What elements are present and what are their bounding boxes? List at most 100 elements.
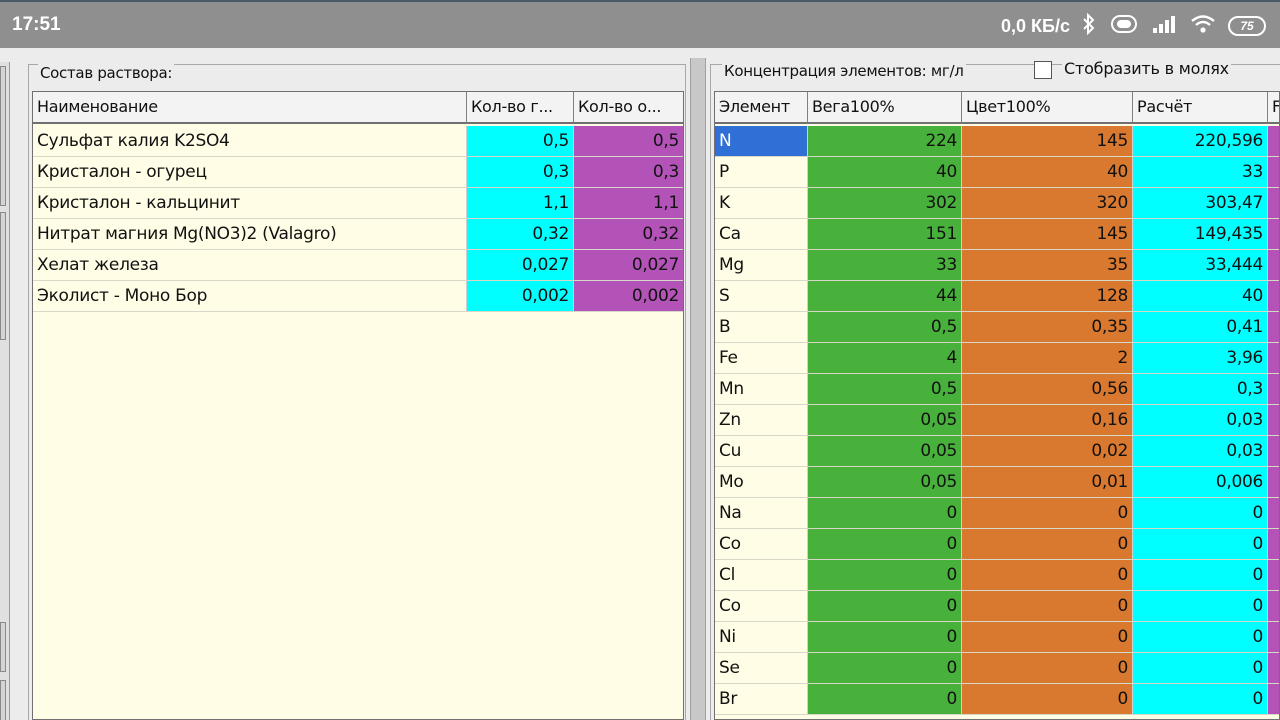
element-name-cell[interactable]: Co — [715, 591, 808, 622]
cvet-value-cell[interactable]: 35 — [962, 250, 1133, 281]
extra-value-cell[interactable] — [1268, 157, 1279, 188]
element-name-cell[interactable]: K — [715, 188, 808, 219]
vega-value-cell[interactable]: 0 — [808, 498, 962, 529]
extra-value-cell[interactable] — [1268, 560, 1279, 591]
vega-value-cell[interactable]: 44 — [808, 281, 962, 312]
cvet-value-cell[interactable]: 0,01 — [962, 467, 1133, 498]
toolbar-segment[interactable] — [0, 680, 6, 720]
vega-value-cell[interactable]: 0,05 — [808, 467, 962, 498]
cvet-value-cell[interactable]: 40 — [962, 157, 1133, 188]
vega-value-cell[interactable]: 40 — [808, 157, 962, 188]
vega-value-cell[interactable]: 224 — [808, 126, 962, 157]
calc-value-cell[interactable]: 220,596 — [1133, 126, 1268, 157]
vega-value-cell[interactable]: 0,5 — [808, 374, 962, 405]
calc-value-cell[interactable]: 3,96 — [1133, 343, 1268, 374]
extra-value-cell[interactable] — [1268, 529, 1279, 560]
composition-qty-o-cell[interactable]: 0,3 — [574, 157, 683, 188]
vega-value-cell[interactable]: 0 — [808, 529, 962, 560]
extra-value-cell[interactable] — [1268, 684, 1279, 715]
composition-qty-g-cell[interactable]: 1,1 — [467, 188, 574, 219]
element-name-cell[interactable]: Co — [715, 529, 808, 560]
extra-value-cell[interactable] — [1268, 188, 1279, 219]
col-header-qty-g[interactable]: Кол-во г... — [467, 92, 574, 124]
composition-grid[interactable]: Наименование Кол-во г... Кол-во о... Сульфа… — [32, 91, 684, 720]
extra-value-cell[interactable] — [1268, 591, 1279, 622]
calc-value-cell[interactable]: 33,444 — [1133, 250, 1268, 281]
toolbar-segment[interactable] — [0, 622, 6, 672]
cvet-value-cell[interactable]: 0 — [962, 684, 1133, 715]
calc-value-cell[interactable]: 0,006 — [1133, 467, 1268, 498]
col-header-name[interactable]: Наименование — [33, 92, 467, 124]
calc-value-cell[interactable]: 0 — [1133, 622, 1268, 653]
col-header-calc[interactable]: Расчёт — [1133, 92, 1268, 124]
composition-name-cell[interactable]: Эколист - Моно Бор — [33, 281, 467, 312]
calc-value-cell[interactable]: 0 — [1133, 591, 1268, 622]
composition-name-cell[interactable]: Сульфат калия K2SO4 — [33, 126, 467, 157]
vega-value-cell[interactable]: 33 — [808, 250, 962, 281]
extra-value-cell[interactable] — [1268, 250, 1279, 281]
calc-value-cell[interactable]: 0 — [1133, 529, 1268, 560]
calc-value-cell[interactable]: 303,47 — [1133, 188, 1268, 219]
vega-value-cell[interactable]: 0 — [808, 560, 962, 591]
extra-value-cell[interactable] — [1268, 126, 1279, 157]
element-name-cell[interactable]: Cl — [715, 560, 808, 591]
composition-name-cell[interactable]: Кристалон - огурец — [33, 157, 467, 188]
col-header-qty-o[interactable]: Кол-во о... — [574, 92, 683, 124]
calc-value-cell[interactable]: 40 — [1133, 281, 1268, 312]
cvet-value-cell[interactable]: 0 — [962, 529, 1133, 560]
vega-value-cell[interactable]: 151 — [808, 219, 962, 250]
element-name-cell[interactable]: Fe — [715, 343, 808, 374]
col-header-cvet[interactable]: Цвет100% — [962, 92, 1133, 124]
element-name-cell[interactable]: Ca — [715, 219, 808, 250]
composition-qty-g-cell[interactable]: 0,3 — [467, 157, 574, 188]
calc-value-cell[interactable]: 0 — [1133, 653, 1268, 684]
toolbar-segment[interactable] — [0, 212, 6, 340]
composition-qty-o-cell[interactable]: 0,5 — [574, 126, 683, 157]
vega-value-cell[interactable]: 0 — [808, 622, 962, 653]
composition-qty-o-cell[interactable]: 1,1 — [574, 188, 683, 219]
cvet-value-cell[interactable]: 0,56 — [962, 374, 1133, 405]
vega-value-cell[interactable]: 0 — [808, 684, 962, 715]
cvet-value-cell[interactable]: 0 — [962, 653, 1133, 684]
col-header-extra[interactable]: F — [1268, 92, 1279, 124]
calc-value-cell[interactable]: 0,3 — [1133, 374, 1268, 405]
cvet-value-cell[interactable]: 0,16 — [962, 405, 1133, 436]
element-name-cell[interactable]: Na — [715, 498, 808, 529]
element-name-cell[interactable]: Mo — [715, 467, 808, 498]
element-name-cell[interactable]: Ni — [715, 622, 808, 653]
extra-value-cell[interactable] — [1268, 467, 1279, 498]
composition-qty-g-cell[interactable]: 0,5 — [467, 126, 574, 157]
cvet-value-cell[interactable]: 128 — [962, 281, 1133, 312]
calc-value-cell[interactable]: 0,41 — [1133, 312, 1268, 343]
composition-name-cell[interactable]: Хелат железа — [33, 250, 467, 281]
composition-qty-o-cell[interactable]: 0,32 — [574, 219, 683, 250]
cvet-value-cell[interactable]: 0 — [962, 498, 1133, 529]
col-header-vega[interactable]: Вега100% — [808, 92, 962, 124]
calc-value-cell[interactable]: 33 — [1133, 157, 1268, 188]
element-name-cell[interactable]: Zn — [715, 405, 808, 436]
calc-value-cell[interactable]: 0 — [1133, 560, 1268, 591]
cvet-value-cell[interactable]: 0,35 — [962, 312, 1133, 343]
element-name-cell[interactable]: Mn — [715, 374, 808, 405]
element-name-cell[interactable]: P — [715, 157, 808, 188]
cvet-value-cell[interactable]: 145 — [962, 126, 1133, 157]
calc-value-cell[interactable]: 149,435 — [1133, 219, 1268, 250]
extra-value-cell[interactable] — [1268, 219, 1279, 250]
vega-value-cell[interactable]: 0,05 — [808, 405, 962, 436]
cvet-value-cell[interactable]: 320 — [962, 188, 1133, 219]
element-name-cell[interactable]: Mg — [715, 250, 808, 281]
extra-value-cell[interactable] — [1268, 405, 1279, 436]
cvet-value-cell[interactable]: 0 — [962, 591, 1133, 622]
extra-value-cell[interactable] — [1268, 436, 1279, 467]
vega-value-cell[interactable]: 4 — [808, 343, 962, 374]
composition-qty-g-cell[interactable]: 0,002 — [467, 281, 574, 312]
calc-value-cell[interactable]: 0,03 — [1133, 405, 1268, 436]
element-name-cell[interactable]: Se — [715, 653, 808, 684]
element-name-cell[interactable]: S — [715, 281, 808, 312]
composition-qty-g-cell[interactable]: 0,027 — [467, 250, 574, 281]
calc-value-cell[interactable]: 0 — [1133, 498, 1268, 529]
composition-name-cell[interactable]: Нитрат магния Mg(NO3)2 (Valagro) — [33, 219, 467, 250]
vega-value-cell[interactable]: 0 — [808, 591, 962, 622]
vega-value-cell[interactable]: 0,05 — [808, 436, 962, 467]
composition-name-cell[interactable]: Кристалон - кальцинит — [33, 188, 467, 219]
